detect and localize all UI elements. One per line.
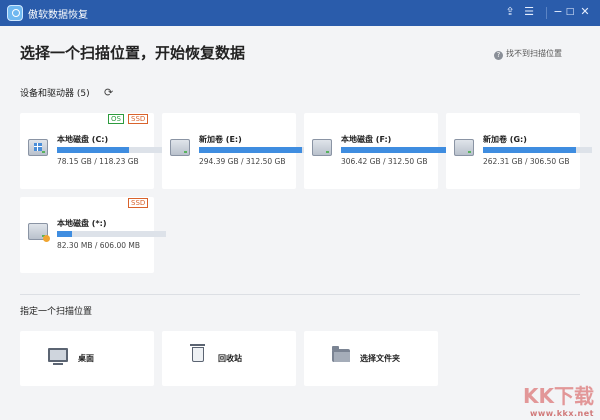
drive-card-e[interactable]: 新加卷 (E:) 294.39 GB / 312.50 GB xyxy=(162,113,308,189)
maximize-icon[interactable]: □ xyxy=(563,5,577,19)
drive-name: 本地磁盘 (F:) xyxy=(341,135,392,144)
drive-name: 新加卷 (G:) xyxy=(483,135,527,144)
os-badge: OS xyxy=(108,114,124,124)
location-desktop[interactable]: 桌面 xyxy=(20,331,154,386)
menu-icon[interactable]: ☰ xyxy=(522,5,536,19)
windows-drive-icon xyxy=(28,139,48,156)
ssd-badge: SSD xyxy=(128,114,149,124)
close-icon[interactable]: ✕ xyxy=(578,5,592,19)
recycle-bin-icon xyxy=(190,344,205,362)
hard-drive-icon xyxy=(170,139,190,156)
titlebar-divider xyxy=(546,7,547,19)
page-title: 选择一个扫描位置，开始恢复数据 xyxy=(20,44,246,62)
drive-size: 306.42 GB / 312.50 GB xyxy=(341,157,428,166)
title-bar: 傲软数据恢复 ⇪ ☰ − □ ✕ xyxy=(0,0,600,26)
usage-bar xyxy=(483,147,592,153)
refresh-icon[interactable]: ⟳ xyxy=(104,86,113,99)
help-link-label: 找不到扫描位置 xyxy=(506,49,562,58)
upload-icon[interactable]: ⇪ xyxy=(503,5,517,19)
drive-name: 新加卷 (E:) xyxy=(199,135,242,144)
usage-bar-fill xyxy=(199,147,302,153)
watermark-text: KK下载 xyxy=(523,384,594,408)
desktop-icon xyxy=(48,348,68,365)
location-recycle-bin[interactable]: 回收站 xyxy=(162,331,296,386)
drive-size: 294.39 GB / 312.50 GB xyxy=(199,157,286,166)
drive-name: 本地磁盘 (*:) xyxy=(57,219,107,228)
drive-size: 262.31 GB / 306.50 GB xyxy=(483,157,570,166)
warning-drive-icon xyxy=(28,223,50,242)
hard-drive-icon xyxy=(312,139,332,156)
usage-bar-fill xyxy=(341,147,448,153)
app-title: 傲软数据恢复 xyxy=(28,10,88,21)
drive-card-unknown[interactable]: SSD 本地磁盘 (*:) 82.30 MB / 606.00 MB xyxy=(20,197,166,273)
usage-bar xyxy=(57,231,166,237)
section-divider xyxy=(20,294,580,295)
usage-bar xyxy=(199,147,308,153)
site-watermark: KK下载 www.kkx.net xyxy=(523,380,594,418)
drive-size: 82.30 MB / 606.00 MB xyxy=(57,241,141,250)
usage-bar-fill xyxy=(57,147,130,153)
watermark-url: www.kkx.net xyxy=(530,409,594,418)
folder-icon xyxy=(332,346,350,362)
location-choose-folder[interactable]: 选择文件夹 xyxy=(304,331,438,386)
ssd-badge: SSD xyxy=(128,198,149,208)
help-link[interactable]: ? 找不到扫描位置 xyxy=(494,48,562,60)
location-label: 选择文件夹 xyxy=(360,354,400,363)
usage-bar xyxy=(57,147,166,153)
hard-drive-icon xyxy=(454,139,474,156)
app-logo-icon xyxy=(7,5,23,21)
usage-bar-fill xyxy=(483,147,577,153)
question-icon: ? xyxy=(494,51,503,60)
drive-name: 本地磁盘 (C:) xyxy=(57,135,109,144)
drive-card-g[interactable]: 新加卷 (G:) 262.31 GB / 306.50 GB xyxy=(446,113,592,189)
location-label: 桌面 xyxy=(78,354,94,363)
location-label: 回收站 xyxy=(218,354,242,363)
usage-bar-fill xyxy=(57,231,72,237)
locations-section-label: 指定一个扫描位置 xyxy=(20,307,93,317)
drive-card-f[interactable]: 本地磁盘 (F:) 306.42 GB / 312.50 GB xyxy=(304,113,450,189)
usage-bar xyxy=(341,147,450,153)
drive-size: 78.15 GB / 118.23 GB xyxy=(57,157,139,166)
drive-card-c[interactable]: OS SSD 本地磁盘 (C:) 78.15 GB / 118.23 GB xyxy=(20,113,166,189)
devices-section-label: 设备和驱动器 (5) xyxy=(20,89,90,99)
